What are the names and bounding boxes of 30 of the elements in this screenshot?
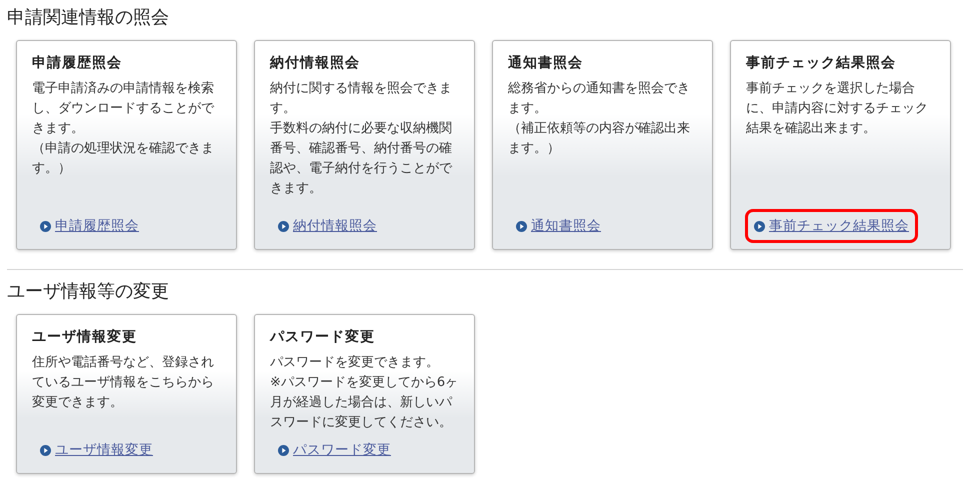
card-link[interactable]: 通知書照会 bbox=[507, 209, 610, 243]
card-title: 事前チェック結果照会 bbox=[746, 54, 897, 73]
card-description: 手数料の納付に必要な収納機関番号、確認番号、納付番号の確認や、電子納付を行うことができます。 bbox=[270, 120, 454, 198]
section-heading: ユーザ情報等の変更 bbox=[7, 280, 170, 304]
card-title: 申請履歴照会 bbox=[32, 54, 123, 73]
arrow-circle-icon bbox=[278, 220, 289, 232]
card-link[interactable]: ユーザ情報変更 bbox=[31, 433, 162, 467]
arrow-circle-icon bbox=[516, 220, 527, 232]
card-title: 納付情報照会 bbox=[270, 54, 361, 73]
card-description: ※パスワードを変更してから6ヶ月が経過した場合は、新しいパスワードに変更してください。 bbox=[270, 374, 459, 432]
card-description: （申請の処理状況を確認できます。） bbox=[32, 140, 215, 178]
card-title: ユーザ情報変更 bbox=[32, 328, 138, 347]
arrow-circle-icon bbox=[754, 220, 765, 232]
arrow-circle-icon bbox=[40, 220, 51, 232]
card-description: パスワードを変更できます。 bbox=[270, 354, 440, 372]
card-link[interactable]: パスワード変更 bbox=[269, 433, 400, 467]
card-description: （補正依頼等の内容が確認出来ます。） bbox=[508, 120, 691, 158]
arrow-circle-icon bbox=[278, 444, 289, 456]
card-title: 通知書照会 bbox=[508, 54, 584, 73]
card-link[interactable]: 事前チェック結果照会 bbox=[745, 209, 918, 243]
card-title: パスワード変更 bbox=[270, 328, 376, 347]
arrow-circle-icon bbox=[40, 444, 51, 456]
card-description: 住所や電話番号など、登録されているユーザ情報をこちらから変更できます。 bbox=[32, 354, 215, 412]
card-link[interactable]: 申請履歴照会 bbox=[31, 209, 148, 243]
card-description: 納付に関する情報を照会できます。 bbox=[270, 80, 453, 118]
section-heading: 申請関連情報の照会 bbox=[7, 6, 170, 30]
card-description: 総務省からの通知書を照会できます。 bbox=[508, 80, 691, 118]
card-link[interactable]: 納付情報照会 bbox=[269, 209, 386, 243]
card-description: 事前チェックを選択した場合に、申請内容に対するチェック結果を確認出来ます。 bbox=[746, 80, 929, 138]
card-description: 電子申請済みの申請情報を検索し、ダウンロードすることができます。 bbox=[32, 80, 216, 138]
